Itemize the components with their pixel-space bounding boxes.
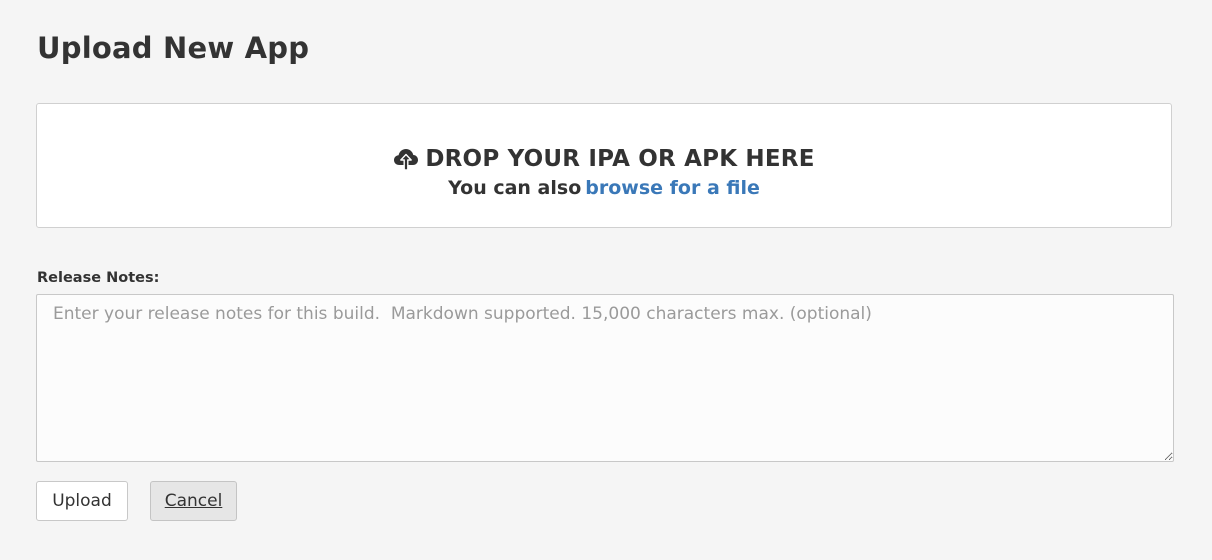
browse-file-link[interactable]: browse for a file <box>585 177 760 199</box>
release-notes-label: Release Notes: <box>37 270 160 286</box>
cloud-upload-icon <box>393 146 419 172</box>
dropzone-heading-text: DROP YOUR IPA OR APK HERE <box>425 146 815 172</box>
dropzone-subtext: You can also browse for a file <box>37 176 1171 200</box>
file-dropzone[interactable]: DROP YOUR IPA OR APK HERE You can also br… <box>36 103 1172 228</box>
release-notes-textarea[interactable] <box>36 294 1174 462</box>
cancel-button[interactable]: Cancel <box>150 481 237 521</box>
upload-app-page: Upload New App DROP YOUR IPA OR APK HERE… <box>0 0 1212 560</box>
page-title: Upload New App <box>37 31 310 65</box>
upload-button[interactable]: Upload <box>36 481 128 521</box>
dropzone-subtext-prefix: You can also <box>448 177 582 199</box>
dropzone-heading: DROP YOUR IPA OR APK HERE <box>37 144 1171 174</box>
